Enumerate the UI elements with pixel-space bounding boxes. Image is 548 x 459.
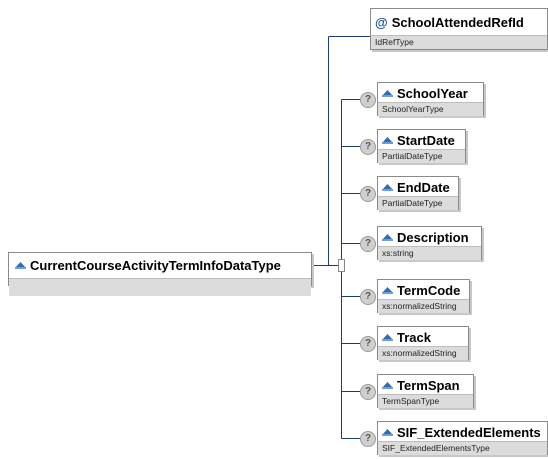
element-type: TermSpanType xyxy=(378,394,473,408)
element-name: Track xyxy=(397,330,431,345)
element-type: SchoolYearType xyxy=(378,102,483,116)
element-header: TermCode xyxy=(378,280,469,299)
element-node[interactable]: EndDate PartialDateType xyxy=(377,176,459,210)
element-type: xs:string xyxy=(378,246,481,260)
element-name: Description xyxy=(397,230,469,245)
optional-question-icon: ? xyxy=(360,431,376,447)
diamond-icon xyxy=(382,90,393,97)
attribute-header: @ SchoolAttendedRefId xyxy=(371,9,547,31)
optional-question-icon: ? xyxy=(360,384,376,400)
element-node[interactable]: Track xs:normalizedString xyxy=(377,326,469,360)
element-name: TermCode xyxy=(397,283,461,298)
element-name: TermSpan xyxy=(397,378,460,393)
optional-question-icon: ? xyxy=(360,289,376,305)
element-node[interactable]: TermCode xs:normalizedString xyxy=(377,279,470,313)
element-type: xs:normalizedString xyxy=(378,299,469,313)
root-type-band xyxy=(9,278,311,296)
optional-question-icon: ? xyxy=(360,336,376,352)
optional-question-icon: ? xyxy=(360,139,376,155)
element-header: Track xyxy=(378,327,468,346)
element-name: StartDate xyxy=(397,133,455,148)
schema-diagram: CurrentCourseActivityTermInfoDataType @ … xyxy=(0,0,548,459)
diamond-icon xyxy=(382,429,393,436)
element-name: EndDate xyxy=(397,180,450,195)
element-header: EndDate xyxy=(378,177,458,196)
element-name: SchoolYear xyxy=(397,86,468,101)
element-header: TermSpan xyxy=(378,375,473,394)
optional-question-icon: ? xyxy=(360,236,376,252)
attribute-name: SchoolAttendedRefId xyxy=(391,15,524,30)
root-type-node[interactable]: CurrentCourseActivityTermInfoDataType xyxy=(8,252,312,296)
diamond-icon xyxy=(382,287,393,294)
optional-question-icon: ? xyxy=(360,186,376,202)
element-header: SIF_ExtendedElements xyxy=(378,422,547,441)
element-node[interactable]: TermSpan TermSpanType xyxy=(377,374,474,408)
element-node[interactable]: SchoolYear SchoolYearType xyxy=(377,82,484,116)
diamond-icon xyxy=(382,382,393,389)
element-node[interactable]: Description xs:string xyxy=(377,226,482,260)
diamond-icon xyxy=(382,184,393,191)
element-type: SIF_ExtendedElementsType xyxy=(378,441,547,455)
at-icon: @ xyxy=(375,15,388,30)
root-type-header: CurrentCourseActivityTermInfoDataType xyxy=(9,253,311,278)
element-type: xs:normalizedString xyxy=(378,346,468,360)
diamond-icon xyxy=(382,334,393,341)
attribute-node[interactable]: @ SchoolAttendedRefId IdRefType xyxy=(370,8,548,50)
sequence-compositor xyxy=(338,259,345,272)
element-header: SchoolYear xyxy=(378,83,483,102)
diamond-icon xyxy=(382,137,393,144)
optional-question-icon: ? xyxy=(360,92,376,108)
diamond-icon xyxy=(15,262,26,269)
root-type-name: CurrentCourseActivityTermInfoDataType xyxy=(30,258,281,273)
diamond-icon xyxy=(382,234,393,241)
element-name: SIF_ExtendedElements xyxy=(397,425,541,440)
element-node[interactable]: SIF_ExtendedElements SIF_ExtendedElements… xyxy=(377,421,548,455)
element-header: StartDate xyxy=(378,130,465,149)
attribute-type: IdRefType xyxy=(371,35,547,49)
element-header: Description xyxy=(378,227,481,246)
element-node[interactable]: StartDate PartialDateType xyxy=(377,129,466,163)
element-type: PartialDateType xyxy=(378,149,465,163)
element-type: PartialDateType xyxy=(378,196,458,210)
